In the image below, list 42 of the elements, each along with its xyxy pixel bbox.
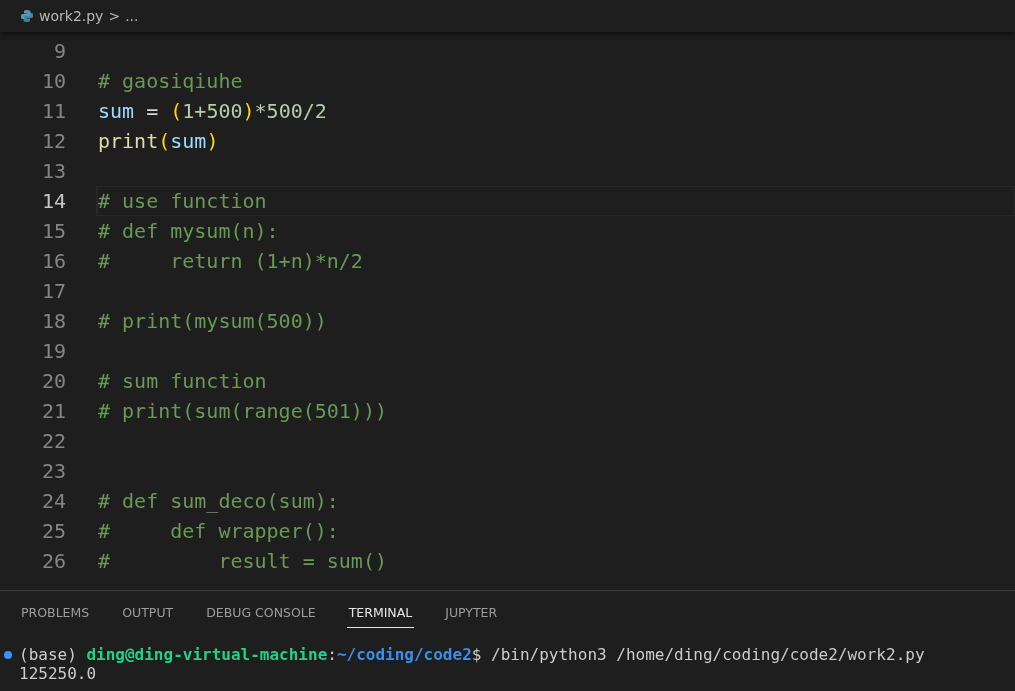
line-number: 20 [40, 369, 66, 393]
line-number: 13 [40, 159, 66, 183]
code-line: # def sum_deco(sum): [98, 489, 339, 513]
code-line: # use function [98, 189, 267, 213]
terminal-output: 125250.0 [19, 664, 97, 683]
line-number: 10 [40, 69, 66, 93]
panel-tab[interactable]: JUPYTER [443, 605, 500, 628]
line-number: 25 [40, 519, 66, 543]
panel-tab[interactable]: DEBUG CONSOLE [204, 605, 318, 628]
line-number: 18 [40, 309, 66, 333]
code-line: # result = sum() [98, 549, 387, 573]
line-number: 22 [40, 429, 66, 453]
python-icon [20, 9, 34, 23]
line-number: 21 [40, 399, 66, 423]
line-number: 12 [40, 129, 66, 153]
code-line: print(sum) [98, 129, 219, 153]
line-number: 24 [40, 489, 66, 513]
breadcrumb-more[interactable]: ... [125, 8, 139, 24]
file-name[interactable]: work2.py [39, 8, 104, 24]
line-number: 11 [40, 99, 66, 123]
code-line: # def wrapper(): [98, 519, 339, 543]
breadcrumb-separator: > [108, 8, 121, 24]
panel-tab[interactable]: TERMINAL [346, 605, 415, 628]
line-number: 14 [40, 189, 66, 213]
line-number: 26 [40, 549, 66, 573]
status-dot [4, 650, 12, 659]
line-number: 23 [40, 459, 66, 483]
code-line: # print(sum(range(501))) [98, 399, 387, 423]
panel-tab[interactable]: PROBLEMS [19, 605, 92, 628]
code-line: # return (1+n)*n/2 [98, 249, 363, 273]
line-number: 19 [40, 339, 66, 363]
code-line: # def mysum(n): [98, 219, 279, 243]
line-number: 15 [40, 219, 66, 243]
code-line: sum = (1+500)*500/2 [98, 99, 327, 123]
code-line: # print(mysum(500)) [98, 309, 327, 333]
panel-tab[interactable]: OUTPUT [120, 605, 176, 628]
line-number: 9 [52, 39, 66, 63]
line-number: 16 [40, 249, 66, 273]
line-number: 17 [40, 279, 66, 303]
code-line: # gaosiqiuhe [98, 69, 243, 93]
code-line: # sum function [98, 369, 267, 393]
terminal-command-line: (base) ding@ding-virtual-machine:~/coding/code2$ /bin/python3 /home/ding/coding/code2/work2.py [19, 645, 925, 664]
